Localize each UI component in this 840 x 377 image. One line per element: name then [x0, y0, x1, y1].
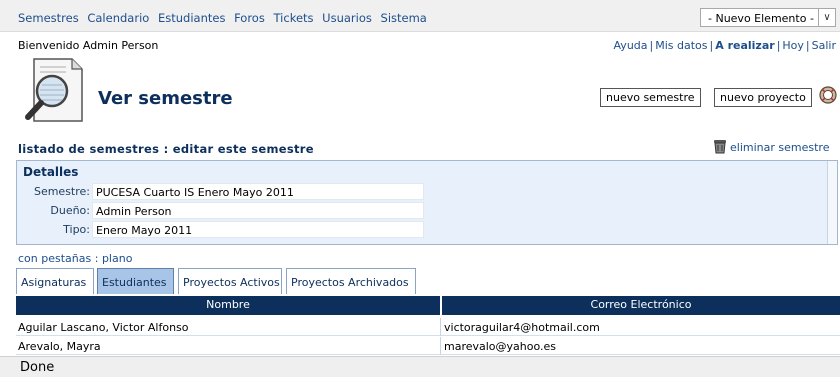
details-panel: Detalles Semestre: PUCESA Cuarto IS Ener…	[16, 160, 838, 245]
top-nav: Semestres Calendario Estudiantes Foros T…	[0, 0, 840, 32]
detail-label: Semestre:	[33, 185, 90, 198]
table-row: Arevalo, Mayra marevalo@yahoo.es	[16, 337, 840, 355]
breadcrumb: listado de semestres : editar este semes…	[18, 142, 314, 156]
menu-item-semestres[interactable]: Semestres	[18, 11, 79, 25]
status-bar: Done	[0, 356, 840, 377]
menu-item-sistema[interactable]: Sistema	[381, 11, 427, 25]
student-email: marevalo@yahoo.es	[444, 340, 557, 353]
detail-label: Dueño:	[50, 204, 90, 217]
detail-value: Admin Person	[92, 202, 424, 219]
details-title: Detalles	[23, 165, 79, 179]
column-divider	[440, 318, 441, 336]
flat-view-link[interactable]: plano	[102, 252, 132, 265]
trash-icon	[714, 140, 726, 154]
today-link[interactable]: Hoy	[782, 39, 804, 52]
detail-label: Tipo:	[63, 223, 90, 236]
user-links: Ayuda | Mis datos | A realizar | Hoy | Salir	[613, 39, 836, 52]
tabbed-view-link[interactable]: con pestañas	[18, 252, 91, 265]
student-name[interactable]: Aguilar Lascano, Victor Alfonso	[18, 321, 189, 334]
menu-item-tickets[interactable]: Tickets	[274, 11, 314, 25]
detail-value: Enero Mayo 2011	[92, 221, 424, 238]
details-sidebar	[827, 161, 837, 244]
list-semesters-link[interactable]: listado de semestres	[18, 142, 159, 156]
magnifier-document-icon	[25, 58, 83, 122]
main-menu: Semestres Calendario Estudiantes Foros T…	[18, 11, 432, 25]
delete-semester-label: eliminar semestre	[730, 141, 830, 154]
breadcrumb-separator: :	[163, 142, 169, 156]
menu-item-estudiantes[interactable]: Estudiantes	[158, 11, 225, 25]
todo-link[interactable]: A realizar	[715, 39, 774, 52]
menu-item-calendario[interactable]: Calendario	[87, 11, 149, 25]
tab-asignaturas[interactable]: Asignaturas	[16, 268, 94, 294]
tab-estudiantes[interactable]: Estudiantes	[97, 268, 174, 294]
menu-item-usuarios[interactable]: Usuarios	[322, 11, 372, 25]
view-mode-separator: :	[94, 252, 99, 265]
column-header-nombre[interactable]: Nombre	[16, 296, 442, 315]
tab-proyectos-archivados[interactable]: Proyectos Archivados	[286, 268, 416, 294]
column-divider	[440, 337, 441, 355]
edit-semester-link[interactable]: editar este semestre	[173, 142, 314, 156]
detail-value: PUCESA Cuarto IS Enero Mayo 2011	[92, 183, 424, 200]
chevron-down-icon[interactable]: ∨	[818, 9, 835, 26]
new-semester-button[interactable]: nuevo semestre	[600, 88, 701, 107]
view-mode-switch: con pestañas : plano	[18, 252, 132, 265]
welcome-text: Bienvenido Admin Person	[18, 39, 159, 52]
new-project-button[interactable]: nuevo proyecto	[714, 88, 812, 107]
page-title: Ver semestre	[98, 88, 233, 109]
new-element-label: - Nuevo Elemento -	[708, 12, 814, 25]
student-name[interactable]: Arevalo, Mayra	[18, 340, 101, 353]
help-icon[interactable]	[819, 86, 837, 104]
delete-semester-link[interactable]: eliminar semestre	[713, 138, 829, 154]
tab-proyectos-activos[interactable]: Proyectos Activos	[178, 268, 282, 294]
column-header-correo[interactable]: Correo Electrónico	[442, 296, 840, 315]
menu-item-foros[interactable]: Foros	[234, 11, 265, 25]
help-link[interactable]: Ayuda	[614, 39, 648, 52]
logout-link[interactable]: Salir	[812, 39, 836, 52]
new-element-select[interactable]: - Nuevo Elemento - ∨	[700, 8, 836, 27]
my-data-link[interactable]: Mis datos	[655, 39, 707, 52]
table-row: Aguilar Lascano, Victor Alfonso victorag…	[16, 318, 840, 336]
student-email: victoraguilar4@hotmail.com	[444, 321, 600, 334]
